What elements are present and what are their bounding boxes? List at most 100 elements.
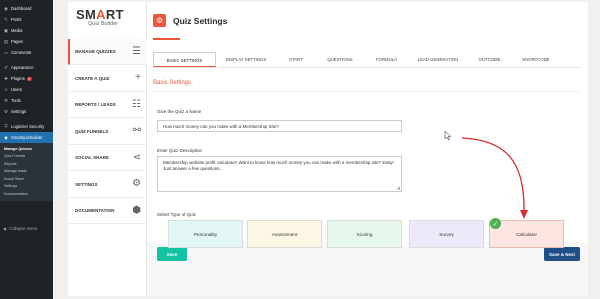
wp-menu-item-smartquizbuilder[interactable]: ◆ Smartquizbuilder — [0, 132, 53, 143]
tab-questions[interactable]: QUESTIONS — [316, 52, 364, 67]
plugin-nav-label: MANAGE QUIZZES — [75, 49, 116, 54]
tab-formula[interactable]: FORMULA — [364, 52, 409, 67]
plugin-shell: SMART Quiz Builder MANAGE QUIZZES ☰ CREATE… — [68, 2, 588, 296]
dashboard-icon: ◉ — [4, 5, 8, 11]
wp-menu-item-plugins[interactable]: ✚ Plugins 3 — [0, 73, 53, 84]
wp-menu-item-dashboard[interactable]: ◉ Dashboard — [0, 3, 53, 14]
quiz-type-survey[interactable]: Survey — [409, 220, 484, 248]
title-underline — [153, 38, 180, 40]
quiz-name-label: Give the Quiz a Name — [157, 109, 202, 114]
wp-menu-item-appearance[interactable]: ✐ Appearance — [0, 62, 53, 73]
tab-shortcode[interactable]: SHORTCODE — [512, 52, 560, 67]
resize-handle-icon[interactable]: ◢ — [397, 186, 400, 190]
quiz-type-label: Select Type of Quiz — [157, 212, 196, 217]
wp-menu-item-comments[interactable]: ▭ Comments — [0, 47, 53, 58]
section-divider — [153, 91, 580, 92]
menu-icon: ☰ — [132, 45, 141, 57]
quiz-type-scoring[interactable]: Scoring — [327, 220, 402, 248]
plugin-nav-documentation[interactable]: DOCUMENTATION ⬢ — [68, 198, 147, 224]
appearance-icon: ✐ — [4, 64, 8, 70]
wp-menu-label: Comments — [11, 50, 32, 55]
wp-menu-label: Plugins — [11, 76, 25, 81]
quiz-type-assessment[interactable]: Assessment — [247, 220, 322, 248]
plugin-nav-label: SETTINGS — [75, 181, 98, 187]
wp-submenu-item[interactable]: Quiz Funnels — [0, 153, 53, 161]
list-icon: ☷ — [132, 98, 141, 110]
plugin-nav-label: DOCUMENTATION — [75, 208, 115, 213]
plugin-update-badge: 3 — [26, 76, 32, 81]
tab-lead-generation[interactable]: LEAD GENERATION — [409, 52, 467, 67]
wp-menu-label: Pages — [11, 39, 23, 44]
tools-icon: ⚒ — [3, 97, 9, 103]
posts-icon: ✎ — [4, 16, 8, 22]
users-icon: ☺ — [3, 87, 9, 92]
save-and-next-button[interactable]: Save & Next — [544, 247, 580, 261]
share-icon: ⋖ — [132, 151, 141, 163]
wp-menu-label: Settings — [11, 109, 27, 114]
cube-icon: ⬢ — [132, 204, 141, 216]
plugin-nav-label: REPORTS / LEADS — [75, 102, 116, 107]
quiz-description-text: Membership website profit calculator! Wa… — [163, 160, 394, 171]
smartquizbuilder-icon: ◆ — [4, 134, 8, 140]
plugin-nav-label: CREATE A QUIZ — [75, 75, 110, 81]
wp-submenu-item[interactable]: Settings — [0, 183, 53, 191]
wp-menu-item-loginizer-security[interactable]: ⛨ Loginizer Security — [0, 121, 53, 132]
plugin-nav: SMART Quiz Builder MANAGE QUIZZES ☰ CREATE… — [68, 2, 147, 296]
tab-basic-settings[interactable]: BASIC SETTINGS — [153, 52, 216, 67]
wp-submenu-item[interactable]: Documentation — [0, 190, 53, 198]
wp-menu-item-users[interactable]: ☺ Users — [0, 84, 53, 95]
quiz-description-label: Enter Quiz Description — [157, 148, 203, 153]
wp-menu-label: Smartquizbuilder — [11, 135, 43, 140]
wp-submenu-item[interactable]: Reports — [0, 160, 53, 168]
wp-menu-item-pages[interactable]: ▤ Pages — [0, 36, 53, 47]
wp-menu-item-media[interactable]: ▣ Media — [0, 25, 53, 36]
wp-menu-item-tools[interactable]: ⚒ Tools — [0, 95, 53, 106]
plugin-nav-label: SOCIAL SHARE — [75, 155, 109, 160]
plugin-nav-settings[interactable]: SETTINGS ⚙ — [68, 172, 147, 198]
collapse-arrow-icon: ◀ — [3, 226, 7, 231]
smart-quiz-builder-logo: SMART Quiz Builder — [76, 7, 124, 27]
wp-menu-label: Media — [11, 28, 23, 33]
media-icon: ▣ — [3, 27, 9, 33]
link-icon: ⚯ — [132, 125, 141, 136]
pages-icon: ▤ — [3, 38, 9, 44]
wp-menu-label: Appearance — [11, 65, 34, 70]
quiz-name-input[interactable]: How much money can you make with a Membe… — [157, 120, 402, 132]
wp-submenu-item[interactable]: Manage Quizzes — [0, 145, 53, 153]
section-title: Basic Settings — [153, 80, 192, 86]
plugin-nav-manage-quizzes[interactable]: MANAGE QUIZZES ☰ — [68, 39, 147, 65]
smartquizbuilder-submenu: Manage Quizzes Quiz Funnels Reports Manage … — [0, 143, 53, 201]
plugin-nav-social-share[interactable]: SOCIAL SHARE ⋖ — [68, 145, 147, 171]
quiz-description-textarea[interactable]: Membership website profit calculator! Wa… — [157, 156, 402, 192]
page-header: ⚙ Quiz Settings — [153, 14, 227, 27]
wp-menu-item-settings[interactable]: ⚙ Settings — [0, 106, 53, 117]
plugin-nav-label: QUIZ FUNNELS — [75, 128, 109, 134]
save-button[interactable]: Save — [157, 247, 187, 261]
plugin-nav-quiz-funnels[interactable]: QUIZ FUNNELS ⚯ — [68, 119, 147, 145]
tab-display-settings[interactable]: DISPLAY SETTINGS — [216, 52, 276, 67]
plugins-icon: ✚ — [4, 75, 8, 81]
plugin-nav-create-a-quiz[interactable]: CREATE A QUIZ + — [68, 66, 147, 92]
settings-tabs: BASIC SETTINGS DISPLAY SETTINGS START QUEST… — [153, 52, 580, 68]
wp-menu-item-posts[interactable]: ✎ Posts — [0, 14, 53, 25]
plugin-nav-reports-leads[interactable]: REPORTS / LEADS ☷ — [68, 92, 147, 118]
gear-icon: ⚙ — [132, 178, 141, 189]
tab-start[interactable]: START — [276, 52, 316, 67]
wp-menu-label: Dashboard — [11, 6, 32, 11]
tab-outcome[interactable]: OUTCOME — [467, 52, 512, 67]
collapse-menu-button[interactable]: ◀ Collapse menu — [3, 226, 37, 231]
collapse-menu-label: Collapse menu — [9, 226, 38, 231]
wp-menu-label: Posts — [11, 17, 22, 22]
plus-icon: + — [135, 72, 141, 83]
wp-submenu-item[interactable]: Social Share — [0, 175, 53, 183]
settings-icon: ⚙ — [3, 108, 9, 114]
selected-check-icon: ✓ — [490, 218, 501, 229]
wp-admin-sidebar: ◉ Dashboard ✎ Posts ▣ Media ▤ Pages ▭ Comments ✐ Ap… — [0, 0, 53, 299]
wp-menu-label: Loginizer Security — [11, 124, 45, 129]
settings-gear-icon: ⚙ — [153, 14, 166, 27]
page-title: Quiz Settings — [173, 15, 228, 26]
quiz-type-personality[interactable]: Personality — [168, 220, 243, 248]
wp-submenu-item[interactable]: Manage leads — [0, 168, 53, 176]
comments-icon: ▭ — [3, 49, 9, 55]
footer-bar: Save Save & Next — [147, 242, 588, 296]
